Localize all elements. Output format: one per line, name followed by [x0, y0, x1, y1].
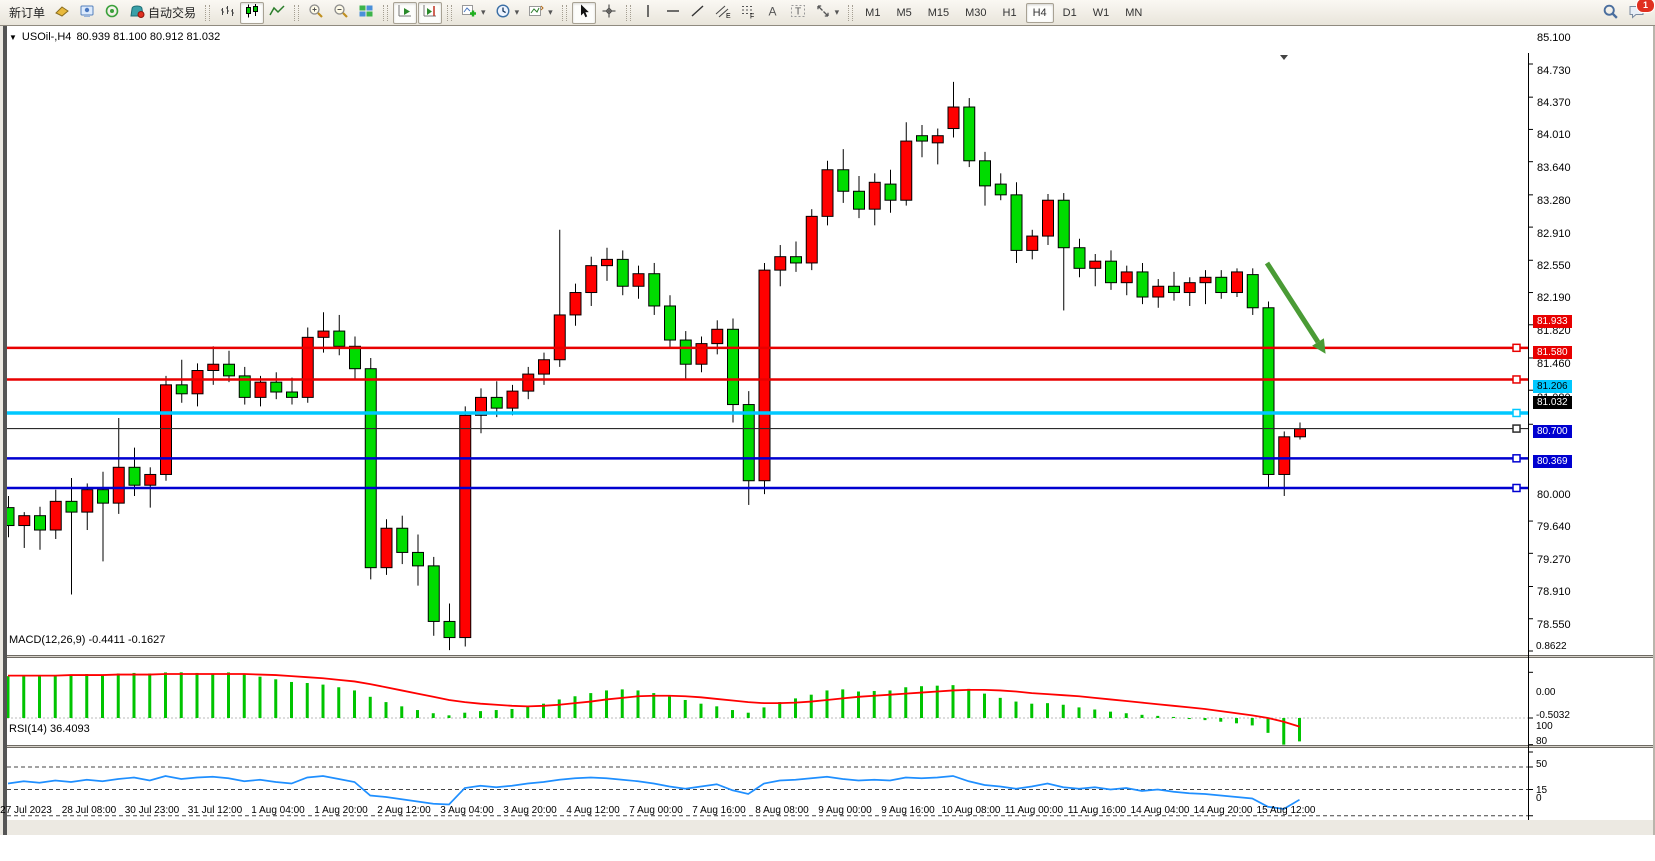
new-order-button[interactable]: 新订单	[5, 2, 49, 24]
tile-windows-button[interactable]	[354, 2, 378, 24]
window-bottom-edge	[0, 820, 1655, 835]
candlestick-chart-icon	[244, 3, 260, 22]
arrows-button[interactable]: ▾	[811, 2, 844, 24]
fibonacci-icon: F	[740, 3, 756, 22]
timeframe-h4-button[interactable]: H4	[1026, 3, 1054, 23]
dropdown-arrow-icon: ▾	[515, 7, 520, 18]
trendline-icon	[690, 3, 706, 22]
periods-button[interactable]: ▾	[491, 2, 524, 24]
timeframe-group: M1M5M15M30H1H4D1W1MN	[858, 3, 1149, 23]
auto-trading-label: 自动交易	[148, 4, 196, 21]
hline-handle-80.700[interactable]	[1513, 455, 1520, 462]
auto-scroll-icon	[397, 3, 413, 22]
timeframe-mn-button[interactable]: MN	[1118, 3, 1149, 23]
text-a-icon: A	[765, 3, 781, 22]
zoom-out-icon	[333, 3, 349, 22]
equidistant-channel-button[interactable]: E	[711, 2, 735, 24]
toolbar-grip	[848, 5, 853, 21]
candlestick-chart-button[interactable]	[240, 2, 264, 24]
chart-shift-button[interactable]	[418, 2, 442, 24]
profiles-icon	[54, 3, 70, 22]
new-order-label: 新订单	[9, 4, 45, 21]
text-label-icon: T	[790, 3, 806, 22]
toolbar-grip	[626, 5, 631, 21]
toolbar-grip	[562, 5, 567, 21]
vertical-line-button[interactable]	[636, 2, 660, 24]
timeframe-m1-button[interactable]: M1	[858, 3, 887, 23]
zoom-in-button[interactable]	[304, 2, 328, 24]
text-button[interactable]: A	[761, 2, 785, 24]
timeframe-h1-button[interactable]: H1	[996, 3, 1024, 23]
dropdown-arrow-icon: ▾	[481, 7, 486, 18]
bar-chart-button[interactable]	[215, 2, 239, 24]
svg-text:E: E	[726, 13, 731, 19]
zoom-out-button[interactable]	[329, 2, 353, 24]
hline-handle-81.206[interactable]	[1513, 409, 1520, 416]
timeframe-m15-button[interactable]: M15	[921, 3, 956, 23]
dropdown-arrow-icon: ▾	[548, 7, 553, 18]
hline-handle-81.933[interactable]	[1513, 344, 1520, 351]
crosshair-button[interactable]	[597, 2, 621, 24]
crosshair-icon	[601, 3, 617, 22]
vertical-line-icon	[640, 3, 656, 22]
fibonacci-button[interactable]: F	[736, 2, 760, 24]
profiles-button[interactable]	[50, 2, 74, 24]
svg-text:T: T	[795, 7, 801, 18]
timeframe-m30-button[interactable]: M30	[958, 3, 993, 23]
timeframe-d1-button[interactable]: D1	[1056, 3, 1084, 23]
auto-trading-button[interactable]: 自动交易	[125, 2, 200, 24]
text-label-button[interactable]: T	[786, 2, 810, 24]
templates-button[interactable]: ▾	[524, 2, 557, 24]
timeframe-w1-button[interactable]: W1	[1086, 3, 1117, 23]
signals-icon	[104, 3, 120, 22]
auto-scroll-button[interactable]	[393, 2, 417, 24]
hline-handle-81.580[interactable]	[1513, 376, 1520, 383]
notification-badge: 1	[1636, 0, 1655, 13]
hline-handle-80.369[interactable]	[1513, 484, 1520, 491]
toolbar-grip	[447, 5, 452, 21]
templates-icon	[528, 3, 544, 22]
horizontal-line-button[interactable]	[661, 2, 685, 24]
line-chart-icon	[269, 3, 285, 22]
chart-shift-icon	[422, 3, 438, 22]
market-watch-button[interactable]	[75, 2, 99, 24]
svg-text:F: F	[750, 14, 754, 20]
arrows-icon	[815, 3, 831, 22]
chart-plot-svg[interactable]	[0, 26, 1655, 861]
toolbar-grip	[205, 5, 210, 21]
indicators-button[interactable]: ▾	[457, 2, 490, 24]
search-icon	[1602, 3, 1619, 23]
cursor-button[interactable]	[572, 2, 596, 24]
trendline-button[interactable]	[686, 2, 710, 24]
bar-chart-icon	[219, 3, 235, 22]
timeframe-m5-button[interactable]: M5	[889, 3, 918, 23]
toolbar-grip	[294, 5, 299, 21]
signals-button[interactable]	[100, 2, 124, 24]
window-left-bar	[3, 26, 7, 835]
tile-windows-icon	[358, 3, 374, 22]
dropdown-arrow-icon: ▾	[835, 7, 840, 18]
cursor-icon	[576, 3, 592, 22]
chart-window[interactable]	[0, 26, 1655, 835]
auto-trading-icon	[129, 3, 145, 22]
equidistant-channel-icon: E	[715, 3, 731, 22]
hline-handle-81.032[interactable]	[1513, 425, 1520, 432]
zoom-in-icon	[308, 3, 324, 22]
market-watch-icon	[79, 3, 95, 22]
indicators-icon	[461, 3, 477, 22]
toolbar-grip	[383, 5, 388, 21]
clock-icon	[495, 3, 511, 22]
toolbar: 新订单 自动交易 ▾ ▾ ▾ E F A T ▾ M1M5M15M30H1H4D…	[0, 0, 1655, 26]
svg-text:A: A	[768, 5, 776, 19]
horizontal-line-icon	[665, 3, 681, 22]
search-button[interactable]	[1598, 2, 1623, 24]
line-chart-button[interactable]	[265, 2, 289, 24]
